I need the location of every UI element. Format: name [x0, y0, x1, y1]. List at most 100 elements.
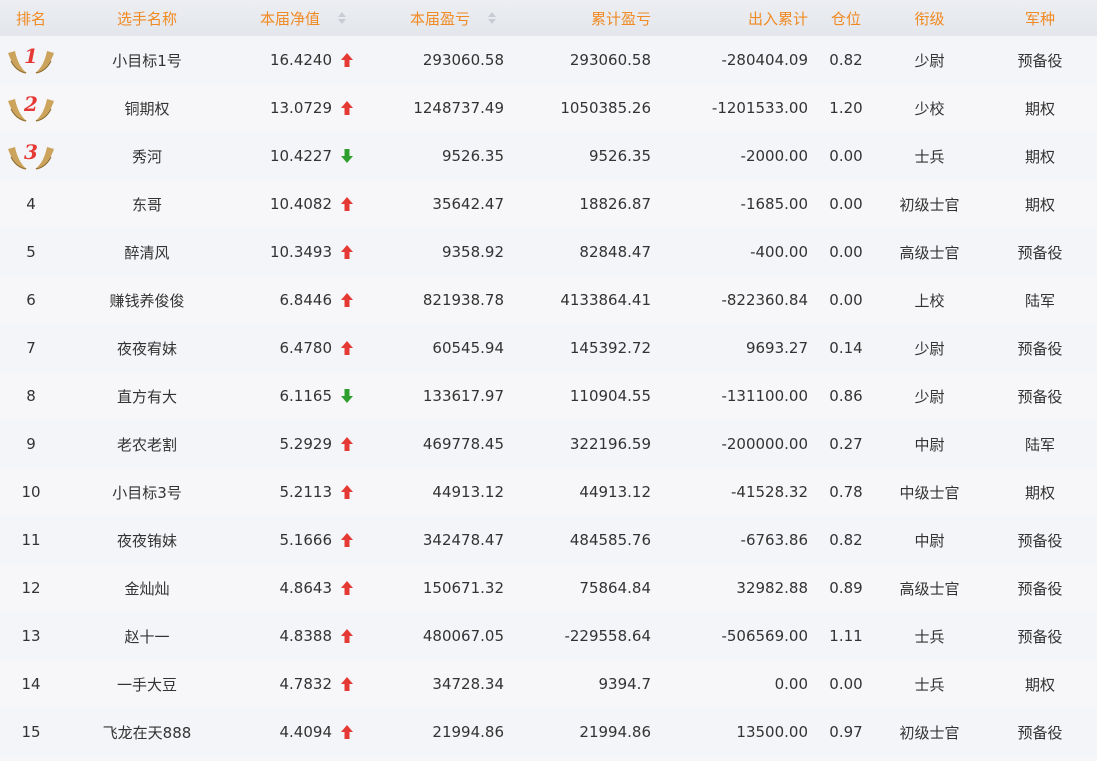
arrow-up-icon: [341, 437, 353, 451]
arrow-down-icon: [341, 389, 353, 403]
rank-cell: 7: [26, 339, 36, 357]
net-value-text: 10.4227: [269, 147, 332, 165]
position-ratio: 0.00: [829, 243, 863, 261]
table-row[interactable]: 5 醉清风 10.3493 9358.92 82848.47 -400.00 0.00 高级士…: [0, 228, 1097, 276]
net-value: 10.3493: [232, 243, 362, 261]
cumulative-pl: 21994.86: [579, 723, 651, 741]
cumulative-pl: 1050385.26: [560, 99, 651, 117]
arrow-up-icon: [341, 581, 353, 595]
position-ratio: 0.27: [829, 435, 863, 453]
army-type: 期权: [1024, 675, 1055, 694]
current-pl: 21994.86: [432, 723, 504, 741]
arrow-up-icon: [341, 101, 353, 115]
header-name: 选手名称: [116, 9, 177, 28]
position-ratio: 0.82: [829, 531, 863, 549]
header-current-pl-sortable[interactable]: 本届盈亏: [362, 8, 512, 29]
table-row[interactable]: 8 直方有大 6.1165 133617.97 110904.55 -131100.00 0…: [0, 372, 1097, 420]
table-row[interactable]: 6 赚钱养俊俊 6.8446 821938.78 4133864.41 -822360.8…: [0, 276, 1097, 324]
rank-title: 中级士官: [899, 483, 960, 502]
rank-cell: 5: [26, 243, 36, 261]
position-ratio: 0.00: [829, 291, 863, 309]
table-header: 排名 选手名称 本届净值 本届盈亏 累计盈亏 出入累计 仓位 衔级 军种: [0, 0, 1097, 36]
cumulative-pl: 484585.76: [569, 531, 651, 549]
table-body: 1 小目标1号 16.4240 293060.58 293060.58 -280404.0…: [0, 36, 1097, 756]
position-ratio: 0.78: [829, 483, 863, 501]
player-name: 醉清风: [124, 243, 170, 262]
rank-cell: 12: [21, 579, 41, 597]
position-ratio: 0.14: [829, 339, 863, 357]
table-row[interactable]: 15 飞龙在天888 4.4094 21994.86 21994.86 13500.00 0…: [0, 708, 1097, 756]
header-nav-label: 本届净值: [259, 9, 320, 28]
sort-icon[interactable]: [338, 12, 346, 24]
net-value-text: 4.8643: [279, 579, 333, 597]
medal-number: 2: [23, 92, 38, 116]
header-rank-title: 衔级: [914, 9, 945, 28]
player-name: 夜夜宥妹: [116, 339, 177, 358]
army-type: 预备役: [1017, 579, 1063, 598]
inout-total: 32982.88: [736, 579, 808, 597]
table-row[interactable]: 14 一手大豆 4.7832 34728.34 9394.7 0.00 0.00 士兵 期权: [0, 660, 1097, 708]
cumulative-pl: 293060.58: [569, 51, 651, 69]
inout-total: 0.00: [774, 675, 808, 693]
army-type: 期权: [1024, 483, 1055, 502]
player-name: 夜夜铕妹: [116, 531, 177, 550]
rank-title: 士兵: [914, 675, 945, 694]
cumulative-pl: 4133864.41: [560, 291, 651, 309]
inout-total: -6763.86: [740, 531, 808, 549]
position-ratio: 1.20: [829, 99, 863, 117]
inout-total: -200000.00: [721, 435, 808, 453]
rank-cell: 1: [0, 43, 62, 77]
header-nav-sortable[interactable]: 本届净值: [232, 8, 362, 29]
net-value: 13.0729: [232, 99, 362, 117]
arrow-up-icon: [341, 245, 353, 259]
table-row[interactable]: 7 夜夜宥妹 6.4780 60545.94 145392.72 9693.27 0.14 少…: [0, 324, 1097, 372]
sort-icon[interactable]: [488, 12, 496, 24]
arrow-up-icon: [341, 725, 353, 739]
table-row[interactable]: 10 小目标3号 5.2113 44913.12 44913.12 -41528.32 0.…: [0, 468, 1097, 516]
table-row[interactable]: 11 夜夜铕妹 5.1666 342478.47 484585.76 -6763.86 0.…: [0, 516, 1097, 564]
rank-title: 士兵: [914, 627, 945, 646]
player-name: 小目标1号: [112, 51, 182, 70]
rank-cell: 11: [21, 531, 41, 549]
current-pl: 60545.94: [432, 339, 504, 357]
table-row[interactable]: 9 老农老割 5.2929 469778.45 322196.59 -200000.00 0…: [0, 420, 1097, 468]
current-pl: 34728.34: [432, 675, 504, 693]
player-name: 秀河: [131, 147, 162, 166]
player-name: 金灿灿: [124, 579, 170, 598]
position-ratio: 0.00: [829, 675, 863, 693]
current-pl: 480067.05: [422, 627, 504, 645]
table-row[interactable]: 1 小目标1号 16.4240 293060.58 293060.58 -280404.0…: [0, 36, 1097, 84]
rank-cell: 6: [26, 291, 36, 309]
net-value: 6.4780: [232, 339, 362, 357]
table-row[interactable]: 13 赵十一 4.8388 480067.05 -229558.64 -506569.00…: [0, 612, 1097, 660]
table-row[interactable]: 2 铜期权 13.0729 1248737.49 1050385.26 -1201533.…: [0, 84, 1097, 132]
cumulative-pl: 44913.12: [579, 483, 651, 501]
inout-total: -822360.84: [721, 291, 808, 309]
inout-total: -131100.00: [721, 387, 808, 405]
table-row[interactable]: 4 东哥 10.4082 35642.47 18826.87 -1685.00 0.00 初级…: [0, 180, 1097, 228]
net-value-text: 5.2929: [279, 435, 333, 453]
current-pl: 293060.58: [422, 51, 504, 69]
rank-cell: 8: [26, 387, 36, 405]
inout-total: -2000.00: [740, 147, 808, 165]
header-army: 军种: [1024, 9, 1055, 28]
rank-title: 初级士官: [899, 195, 960, 214]
army-type: 陆军: [1024, 291, 1055, 310]
position-ratio: 0.89: [829, 579, 863, 597]
cumulative-pl: 9526.35: [588, 147, 651, 165]
rank-title: 士兵: [914, 147, 945, 166]
player-name: 直方有大: [116, 387, 177, 406]
net-value: 4.8388: [232, 627, 362, 645]
net-value-text: 16.4240: [269, 51, 332, 69]
rank-cell: 9: [26, 435, 36, 453]
inout-total: 9693.27: [745, 339, 808, 357]
army-type: 陆军: [1024, 435, 1055, 454]
wing-medal-icon: 2: [8, 92, 54, 122]
table-row[interactable]: 12 金灿灿 4.8643 150671.32 75864.84 32982.88 0.89…: [0, 564, 1097, 612]
table-row[interactable]: 3 秀河 10.4227 9526.35 9526.35 -2000.00 0.00 士兵 期权: [0, 132, 1097, 180]
army-type: 期权: [1024, 147, 1055, 166]
cumulative-pl: -229558.64: [564, 627, 651, 645]
net-value-text: 4.8388: [279, 627, 333, 645]
current-pl: 133617.97: [422, 387, 504, 405]
current-pl: 342478.47: [422, 531, 504, 549]
